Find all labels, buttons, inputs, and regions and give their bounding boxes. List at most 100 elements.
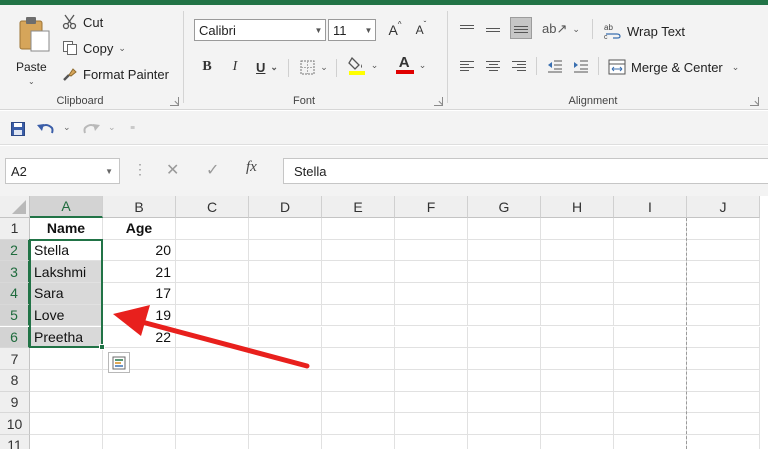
middle-align-button[interactable] bbox=[482, 17, 504, 39]
chevron-down-icon[interactable]: ⌄ bbox=[108, 122, 116, 133]
cell-i3[interactable] bbox=[614, 261, 687, 284]
cell-i8[interactable] bbox=[614, 369, 687, 392]
merge-center-button[interactable]: Merge & Center ⌄ bbox=[608, 59, 739, 75]
redo-icon[interactable] bbox=[82, 122, 100, 136]
cell-d1[interactable] bbox=[249, 218, 322, 240]
cell-b1[interactable]: Age bbox=[103, 218, 176, 240]
row-header-10[interactable]: 10 bbox=[0, 413, 30, 435]
cell-i11[interactable] bbox=[614, 435, 687, 449]
cell-h7[interactable] bbox=[541, 348, 614, 370]
cell-h6[interactable] bbox=[541, 326, 614, 349]
column-header-g[interactable]: G bbox=[468, 196, 541, 218]
name-box[interactable]: A2 ▼ bbox=[5, 158, 120, 184]
cell-e5[interactable] bbox=[322, 304, 395, 327]
cell-d10[interactable] bbox=[249, 413, 322, 435]
cell-d2[interactable] bbox=[249, 239, 322, 262]
cell-f9[interactable] bbox=[395, 391, 468, 414]
cell-g3[interactable] bbox=[468, 261, 541, 284]
cell-i4[interactable] bbox=[614, 283, 687, 305]
cell-j2[interactable] bbox=[687, 239, 760, 262]
cell-j7[interactable] bbox=[687, 348, 760, 370]
cell-c8[interactable] bbox=[176, 369, 249, 392]
cell-h2[interactable] bbox=[541, 239, 614, 262]
worksheet-grid[interactable]: A B C D E F G H I J 1 Name Age 2 Stella 20 3 Lakshmi 21 4 Sa… bbox=[0, 196, 768, 449]
column-header-b[interactable]: B bbox=[103, 196, 176, 218]
cell-g10[interactable] bbox=[468, 413, 541, 435]
cell-e3[interactable] bbox=[322, 261, 395, 284]
cell-f11[interactable] bbox=[395, 435, 468, 449]
dialog-launcher-icon[interactable] bbox=[750, 97, 759, 106]
copy-button[interactable]: Copy ⌄ bbox=[62, 40, 126, 56]
cell-g8[interactable] bbox=[468, 369, 541, 392]
cell-g4[interactable] bbox=[468, 283, 541, 305]
cell-i2[interactable] bbox=[614, 239, 687, 262]
cancel-icon[interactable]: ✕ bbox=[166, 160, 179, 180]
orientation-button[interactable]: ab↗ ⌄ bbox=[540, 19, 582, 39]
cell-c10[interactable] bbox=[176, 413, 249, 435]
column-header-h[interactable]: H bbox=[541, 196, 614, 218]
column-header-f[interactable]: F bbox=[395, 196, 468, 218]
undo-icon[interactable] bbox=[37, 122, 55, 136]
column-header-a[interactable]: A bbox=[30, 196, 103, 218]
row-header-4[interactable]: 4 bbox=[0, 283, 30, 305]
cell-b6[interactable]: 22 bbox=[103, 326, 176, 349]
format-painter-button[interactable]: Format Painter bbox=[62, 66, 169, 82]
column-header-i[interactable]: I bbox=[614, 196, 687, 218]
cell-a8[interactable] bbox=[30, 369, 103, 392]
bottom-align-button[interactable] bbox=[510, 17, 532, 39]
cell-a6[interactable]: Preetha bbox=[30, 326, 103, 349]
cell-e9[interactable] bbox=[322, 391, 395, 414]
cell-c9[interactable] bbox=[176, 391, 249, 414]
cell-b4[interactable]: 17 bbox=[103, 283, 176, 305]
cell-j6[interactable] bbox=[687, 326, 760, 349]
cell-f3[interactable] bbox=[395, 261, 468, 284]
cell-c4[interactable] bbox=[176, 283, 249, 305]
italic-button[interactable]: I bbox=[226, 57, 244, 77]
cell-c11[interactable] bbox=[176, 435, 249, 449]
font-color-button[interactable]: A ⌄ bbox=[390, 54, 432, 75]
decrease-indent-button[interactable] bbox=[544, 56, 566, 76]
enter-icon[interactable]: ✓ bbox=[206, 160, 219, 180]
fill-color-button[interactable]: ⌄ bbox=[344, 55, 382, 75]
cell-h4[interactable] bbox=[541, 283, 614, 305]
cell-e6[interactable] bbox=[322, 326, 395, 349]
decrease-font-size-button[interactable]: Aˇ bbox=[410, 20, 432, 40]
cell-j11[interactable] bbox=[687, 435, 760, 449]
cell-c7[interactable] bbox=[176, 348, 249, 370]
cell-c6[interactable] bbox=[176, 326, 249, 349]
cell-j4[interactable] bbox=[687, 283, 760, 305]
cell-c3[interactable] bbox=[176, 261, 249, 284]
column-header-d[interactable]: D bbox=[249, 196, 322, 218]
cell-f4[interactable] bbox=[395, 283, 468, 305]
wrap-text-button[interactable]: ab c Wrap Text bbox=[604, 23, 685, 39]
cell-h5[interactable] bbox=[541, 304, 614, 327]
row-header-11[interactable]: 11 bbox=[0, 435, 30, 449]
cell-d8[interactable] bbox=[249, 369, 322, 392]
cell-h3[interactable] bbox=[541, 261, 614, 284]
cell-h8[interactable] bbox=[541, 369, 614, 392]
cell-g2[interactable] bbox=[468, 239, 541, 262]
cell-a5[interactable]: Love bbox=[30, 304, 103, 327]
cell-h10[interactable] bbox=[541, 413, 614, 435]
cell-d3[interactable] bbox=[249, 261, 322, 284]
cell-g11[interactable] bbox=[468, 435, 541, 449]
cell-d5[interactable] bbox=[249, 304, 322, 327]
underline-button[interactable]: U ⌄ bbox=[252, 57, 282, 77]
select-all-button[interactable] bbox=[0, 196, 30, 218]
cell-e11[interactable] bbox=[322, 435, 395, 449]
align-left-button[interactable] bbox=[456, 55, 478, 77]
cell-c1[interactable] bbox=[176, 218, 249, 240]
cell-h11[interactable] bbox=[541, 435, 614, 449]
cell-d11[interactable] bbox=[249, 435, 322, 449]
cell-d7[interactable] bbox=[249, 348, 322, 370]
cell-i6[interactable] bbox=[614, 326, 687, 349]
cell-j8[interactable] bbox=[687, 369, 760, 392]
cell-a2[interactable]: Stella bbox=[30, 239, 103, 262]
dialog-launcher-icon[interactable] bbox=[434, 97, 443, 106]
align-center-button[interactable] bbox=[482, 55, 504, 77]
cell-h1[interactable] bbox=[541, 218, 614, 240]
insert-function-button[interactable]: fx bbox=[246, 159, 257, 176]
cell-b3[interactable]: 21 bbox=[103, 261, 176, 284]
cell-e1[interactable] bbox=[322, 218, 395, 240]
cell-h9[interactable] bbox=[541, 391, 614, 414]
